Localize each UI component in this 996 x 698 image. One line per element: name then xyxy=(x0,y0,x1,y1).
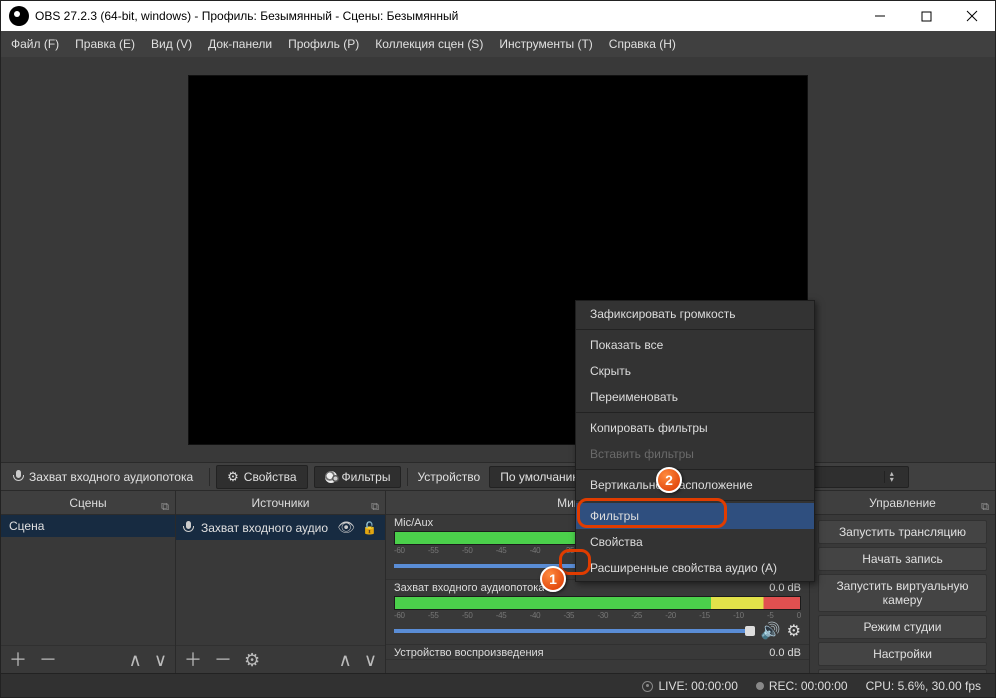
menu-edit[interactable]: Правка (E) xyxy=(67,33,143,55)
microphone-icon xyxy=(14,470,24,484)
annotation-badge-1: 1 xyxy=(540,566,566,592)
menu-file[interactable]: Файл (F) xyxy=(3,33,67,55)
live-status: LIVE: 00:00:00 xyxy=(642,679,737,693)
add-source-button[interactable]: ＋ xyxy=(184,651,202,669)
menu-show-all[interactable]: Показать все xyxy=(576,332,814,358)
controls-title: Управление xyxy=(869,496,936,510)
device-value: По умолчанию xyxy=(500,470,581,484)
visibility-toggle-icon[interactable]: 👁 xyxy=(337,519,355,536)
properties-button[interactable]: ⚙ Свойства xyxy=(216,465,307,489)
menu-vertical-layout[interactable]: Вертикальное расположение xyxy=(576,472,814,498)
menu-profile[interactable]: Профиль (P) xyxy=(280,33,367,55)
gear-icon: ⚙ xyxy=(227,469,239,485)
source-toolbar: Захват входного аудиопотока ⚙ Свойства Фи… xyxy=(1,462,995,490)
menu-hide[interactable]: Скрыть xyxy=(576,358,814,384)
scene-up-button[interactable]: ∧ xyxy=(129,651,142,669)
track-gear-icon[interactable]: ⚙ xyxy=(787,621,801,641)
microphone-icon xyxy=(184,521,194,535)
mixer-track: Устройство воспроизведения 0.0 dB xyxy=(386,645,809,660)
start-stream-button[interactable]: Запустить трансляцию xyxy=(818,520,987,544)
close-button[interactable] xyxy=(949,1,995,31)
statusbar: LIVE: 00:00:00 REC: 00:00:00 CPU: 5.6%, … xyxy=(1,673,995,697)
filters-icon xyxy=(325,471,337,483)
scenes-title: Сцены xyxy=(69,496,106,510)
source-item-label: Захват входного аудио xyxy=(201,521,328,535)
level-meter xyxy=(394,596,801,610)
track-db: 0.0 dB xyxy=(769,647,801,659)
menu-adv-audio[interactable]: Расширенные свойства аудио (A) xyxy=(576,555,814,581)
chevron-up-down-icon: ▴▾ xyxy=(884,471,898,483)
filters-button[interactable]: Фильтры xyxy=(314,466,402,488)
scene-item-label: Сцена xyxy=(9,519,44,533)
start-vcam-button[interactable]: Запустить виртуальную камеру xyxy=(818,574,987,612)
start-record-button[interactable]: Начать запись xyxy=(818,547,987,571)
sources-title: Источники xyxy=(252,496,310,510)
rec-status: REC: 00:00:00 xyxy=(756,679,848,693)
menu-view[interactable]: Вид (V) xyxy=(143,33,200,55)
device-label: Устройство xyxy=(411,470,486,484)
source-settings-button[interactable]: ⚙ xyxy=(244,651,260,669)
source-up-button[interactable]: ∧ xyxy=(339,651,352,669)
menubar: Файл (F) Правка (E) Вид (V) Док-панели П… xyxy=(1,31,995,57)
lock-toggle-icon[interactable]: 🔓 xyxy=(362,521,377,535)
menu-rename[interactable]: Переименовать xyxy=(576,384,814,410)
minimize-button[interactable] xyxy=(857,1,903,31)
speaker-icon[interactable]: 🔊 xyxy=(761,621,781,641)
context-menu: Зафиксировать громкость Показать все Скр… xyxy=(575,300,815,582)
source-down-button[interactable]: ∨ xyxy=(364,651,377,669)
obs-logo-icon xyxy=(9,6,29,26)
sources-panel: Источники⧉ Захват входного аудио 👁 🔓 ＋ －… xyxy=(176,491,386,673)
menu-filters[interactable]: Фильтры xyxy=(576,503,814,529)
track-name: Устройство воспроизведения xyxy=(394,647,544,659)
menu-lock-volume[interactable]: Зафиксировать громкость xyxy=(576,301,814,327)
source-item[interactable]: Захват входного аудио 👁 🔓 xyxy=(176,515,385,540)
track-db: 0.0 dB xyxy=(769,582,801,594)
controls-panel: Управление⧉ Запустить трансляцию Начать … xyxy=(810,491,995,673)
menu-tools[interactable]: Инструменты (T) xyxy=(491,33,600,55)
meter-scale: -60-55-50-45-40-35-30-25-20-15-10-50 xyxy=(394,611,801,620)
sources-footer: ＋ － ⚙ ∧ ∨ xyxy=(176,645,385,673)
selected-source-label: Захват входного аудиопотока xyxy=(29,470,193,484)
menu-dock[interactable]: Док-панели xyxy=(200,33,280,55)
track-name: Захват входного аудиопотока xyxy=(394,582,544,594)
mixer-track: Захват входного аудиопотока 0.0 dB -60-55… xyxy=(386,580,809,645)
add-scene-button[interactable]: ＋ xyxy=(9,651,27,669)
remove-source-button[interactable]: － xyxy=(214,651,232,669)
track-name: Mic/Aux xyxy=(394,517,433,529)
filters-label: Фильтры xyxy=(342,470,391,484)
properties-label: Свойства xyxy=(244,470,297,484)
scene-item[interactable]: Сцена xyxy=(1,515,175,537)
rec-indicator-icon xyxy=(756,682,764,690)
maximize-button[interactable] xyxy=(903,1,949,31)
cpu-status: CPU: 5.6%, 30.00 fps xyxy=(866,679,981,693)
menu-help[interactable]: Справка (H) xyxy=(601,33,684,55)
volume-slider[interactable] xyxy=(394,629,755,633)
window-title: OBS 27.2.3 (64-bit, windows) - Профиль: … xyxy=(35,9,857,23)
scenes-panel: Сцены⧉ Сцена ＋ － ∧ ∨ xyxy=(1,491,176,673)
annotation-badge-2: 2 xyxy=(656,467,682,493)
menu-properties[interactable]: Свойства xyxy=(576,529,814,555)
live-indicator-icon xyxy=(642,681,653,692)
settings-button[interactable]: Настройки xyxy=(818,642,987,666)
preview-area[interactable] xyxy=(1,57,995,462)
menu-scene-collection[interactable]: Коллекция сцен (S) xyxy=(367,33,491,55)
exit-button[interactable]: Выход xyxy=(818,669,987,673)
menu-copy-filters[interactable]: Копировать фильтры xyxy=(576,415,814,441)
scene-down-button[interactable]: ∨ xyxy=(154,651,167,669)
scenes-footer: ＋ － ∧ ∨ xyxy=(1,645,175,673)
remove-scene-button[interactable]: － xyxy=(39,651,57,669)
titlebar: OBS 27.2.3 (64-bit, windows) - Профиль: … xyxy=(1,1,995,31)
menu-paste-filters: Вставить фильтры xyxy=(576,441,814,467)
studio-mode-button[interactable]: Режим студии xyxy=(818,615,987,639)
